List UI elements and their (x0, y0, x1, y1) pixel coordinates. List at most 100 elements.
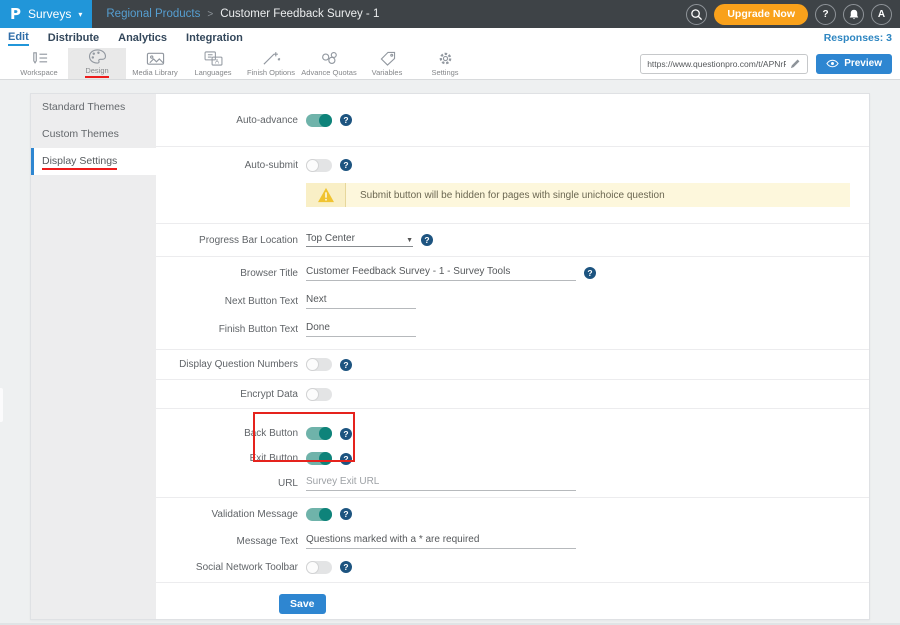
validation-message-label: Validation Message (156, 509, 306, 520)
browser-title-input[interactable]: Customer Feedback Survey - 1 - Survey To… (306, 266, 576, 281)
help-icon[interactable]: ? (340, 428, 352, 440)
nav-tab-integration[interactable]: Integration (186, 32, 243, 44)
variables-icon (378, 51, 397, 66)
svg-text:A: A (215, 58, 220, 65)
social-network-toolbar-row: Social Network Toolbar ? (156, 554, 869, 580)
message-text-row: Message Text Questions marked with a * a… (156, 528, 869, 554)
help-icon[interactable]: ? (340, 561, 352, 573)
sidebar-item-custom-themes[interactable]: Custom Themes (31, 121, 156, 148)
survey-url-value: https://www.questionpro.com/t/APNrFZ (647, 59, 786, 69)
auto-submit-toggle[interactable] (306, 159, 332, 172)
toolbar-item-languages[interactable]: A Languages (184, 48, 242, 79)
upgrade-button[interactable]: Upgrade Now (714, 4, 808, 25)
breadcrumb-folder[interactable]: Regional Products (106, 8, 200, 20)
display-question-numbers-toggle[interactable] (306, 358, 332, 371)
next-button-text-input[interactable]: Next (306, 294, 416, 309)
help-icon[interactable]: ? (340, 159, 352, 171)
bell-icon (848, 8, 860, 21)
message-text-input[interactable]: Questions marked with a * are required (306, 534, 576, 549)
help-icon[interactable]: ? (340, 359, 352, 371)
back-button-row: Back Button ? (156, 421, 869, 446)
edit-pencil-icon[interactable] (790, 58, 801, 69)
encrypt-data-row: Encrypt Data (156, 380, 869, 409)
questionpro-logo: P (10, 5, 21, 23)
app-window: P Surveys ▾ Regional Products > Customer… (0, 0, 900, 625)
next-button-text-row: Next Button Text Next (156, 287, 869, 315)
search-icon (690, 8, 703, 21)
toolbar-item-design[interactable]: Design (68, 48, 126, 79)
auto-advance-toggle[interactable] (306, 114, 332, 127)
toolbar-right: https://www.questionpro.com/t/APNrFZ Pre… (640, 48, 900, 79)
topbar: P Surveys ▾ Regional Products > Customer… (0, 0, 900, 28)
text-fields-section: Browser Title Customer Feedback Survey -… (156, 257, 869, 350)
exit-button-toggle[interactable] (306, 452, 332, 465)
browser-title-row: Browser Title Customer Feedback Survey -… (156, 259, 869, 287)
notifications-button[interactable] (843, 4, 864, 25)
design-sidebar: Standard Themes Custom Themes Display Se… (31, 94, 156, 619)
chevron-down-icon: ▾ (78, 10, 82, 19)
toolbar-item-finish-options[interactable]: Finish Options (242, 48, 300, 79)
display-question-numbers-row: Display Question Numbers ? (156, 350, 869, 380)
encrypt-data-toggle[interactable] (306, 388, 332, 401)
panel-collapse-handle[interactable] (0, 388, 3, 422)
exit-button-label: Exit Button (156, 453, 306, 464)
page-body: Standard Themes Custom Themes Display Se… (0, 80, 900, 625)
display-question-numbers-label: Display Question Numbers (156, 359, 306, 370)
toolbar-item-variables[interactable]: Variables (358, 48, 416, 79)
toolbar-item-media-library[interactable]: Media Library (126, 48, 184, 79)
progress-bar-location-select[interactable]: Top Center ▼ (306, 233, 413, 247)
auto-advance-label: Auto-advance (156, 115, 306, 126)
help-icon[interactable]: ? (340, 453, 352, 465)
responses-count[interactable]: Responses: 3 (824, 32, 892, 44)
social-network-toolbar-toggle[interactable] (306, 561, 332, 574)
topbar-actions: Upgrade Now ? A (686, 4, 900, 25)
finish-options-icon (262, 51, 281, 66)
sidebar-item-display-settings[interactable]: Display Settings (31, 148, 156, 175)
exit-url-label: URL (156, 478, 306, 489)
breadcrumb-separator: > (207, 9, 213, 20)
media-library-icon (146, 51, 165, 66)
save-button[interactable]: Save (279, 594, 326, 614)
avatar-button[interactable]: A (871, 4, 892, 25)
progress-bar-location-value: Top Center (306, 233, 355, 244)
help-button[interactable]: ? (815, 4, 836, 25)
preview-button[interactable]: Preview (816, 54, 892, 74)
nav-tab-distribute[interactable]: Distribute (48, 32, 99, 44)
survey-url-field[interactable]: https://www.questionpro.com/t/APNrFZ (640, 54, 808, 74)
validation-message-toggle[interactable] (306, 508, 332, 521)
progress-bar-location-label: Progress Bar Location (156, 235, 306, 246)
validation-message-row: Validation Message ? (156, 500, 869, 528)
finish-button-text-input[interactable]: Done (306, 322, 416, 337)
encrypt-data-label: Encrypt Data (156, 389, 306, 400)
help-icon[interactable]: ? (340, 508, 352, 520)
search-button[interactable] (686, 4, 707, 25)
chevron-down-icon: ▼ (406, 237, 413, 244)
preview-label: Preview (844, 58, 882, 69)
nav-tab-edit[interactable]: Edit (8, 31, 29, 46)
exit-url-input[interactable]: Survey Exit URL (306, 476, 576, 491)
finish-button-text-row: Finish Button Text Done (156, 315, 869, 343)
auto-advance-row: Auto-advance ? (156, 94, 869, 147)
auto-submit-section: Auto-submit ? Submit button will be hidd… (156, 147, 869, 224)
help-icon[interactable]: ? (340, 114, 352, 126)
help-icon[interactable]: ? (421, 234, 433, 246)
auto-submit-row: Auto-submit ? (156, 147, 869, 183)
nav-tab-analytics[interactable]: Analytics (118, 32, 167, 44)
social-network-toolbar-label: Social Network Toolbar (156, 562, 306, 573)
survey-nav: Edit Distribute Analytics Integration Re… (0, 28, 900, 48)
design-panel: Standard Themes Custom Themes Display Se… (30, 93, 870, 620)
eye-icon (826, 59, 839, 68)
toolbar-item-settings[interactable]: Settings (416, 48, 474, 79)
settings-icon (437, 51, 454, 66)
back-button-toggle[interactable] (306, 427, 332, 440)
help-icon[interactable]: ? (584, 267, 596, 279)
navigation-buttons-section: Back Button ? Exit Button ? (156, 409, 869, 498)
submit-hidden-warning: Submit button will be hidden for pages w… (306, 183, 850, 207)
auto-submit-label: Auto-submit (156, 160, 306, 171)
finish-button-text-label: Finish Button Text (156, 324, 306, 335)
product-switcher[interactable]: P Surveys ▾ (0, 0, 92, 28)
edit-toolbar: Workspace Design Media Library A Languag… (0, 48, 900, 80)
toolbar-item-workspace[interactable]: Workspace (10, 48, 68, 79)
toolbar-item-advance-quotas[interactable]: Advance Quotas (300, 48, 358, 79)
sidebar-item-standard-themes[interactable]: Standard Themes (31, 94, 156, 121)
